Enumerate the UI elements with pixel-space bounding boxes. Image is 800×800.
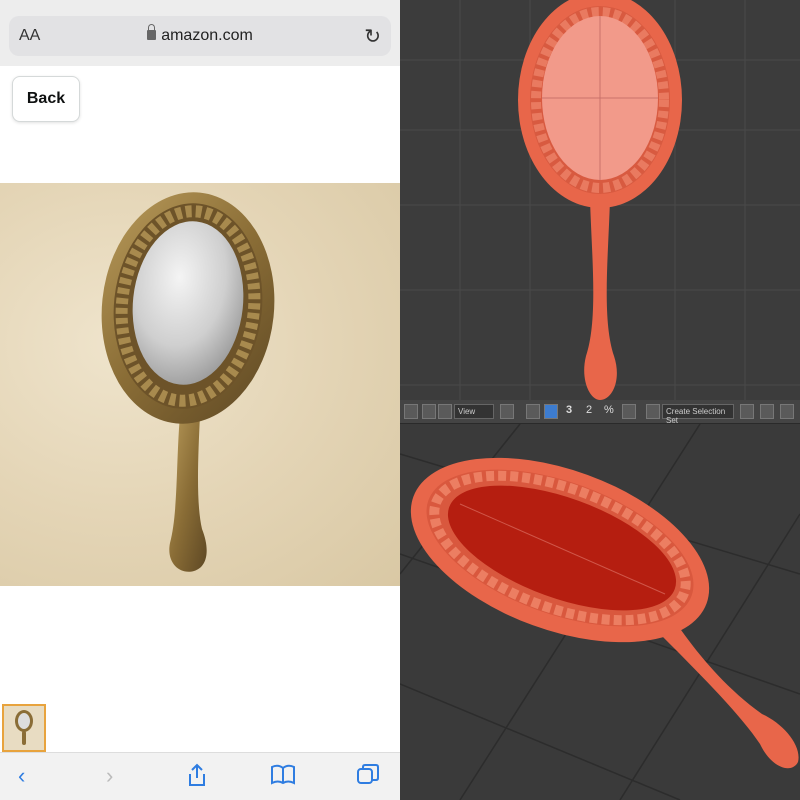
mobile-browser: AA amazon.com ↻ Back ‹ › bbox=[0, 0, 400, 800]
share-icon[interactable] bbox=[186, 763, 208, 793]
modeling-toolbar: View 3 2 % Create Selection Set bbox=[400, 400, 800, 425]
address-bar[interactable]: AA amazon.com ↻ bbox=[9, 16, 391, 56]
layer-manager-icon[interactable] bbox=[780, 404, 794, 419]
chevron-left-icon[interactable]: ‹ bbox=[18, 763, 25, 789]
url-display[interactable]: amazon.com bbox=[9, 24, 391, 45]
lock-icon bbox=[147, 24, 157, 40]
material-icon[interactable] bbox=[438, 404, 452, 419]
model-perspective-view bbox=[400, 423, 800, 800]
perspective-viewport[interactable] bbox=[400, 423, 800, 800]
move-icon[interactable] bbox=[526, 404, 540, 419]
undo-icon[interactable] bbox=[404, 404, 418, 419]
view-dropdown[interactable]: View bbox=[454, 404, 494, 419]
mirror-tool-icon[interactable] bbox=[740, 404, 754, 419]
select-region-icon[interactable] bbox=[422, 404, 436, 419]
viewport-perspective[interactable]: View 3 2 % Create Selection Set bbox=[400, 400, 800, 800]
product-thumbnail[interactable] bbox=[2, 704, 46, 752]
snap-icon[interactable] bbox=[544, 404, 558, 419]
snap-3d-toggle[interactable]: 3 bbox=[566, 404, 572, 419]
tabs-icon[interactable] bbox=[356, 763, 380, 793]
angle-snap-toggle[interactable]: 2 bbox=[586, 404, 592, 419]
product-image[interactable] bbox=[0, 183, 400, 586]
percent-snap-toggle[interactable]: % bbox=[604, 404, 614, 419]
back-button[interactable]: Back bbox=[12, 76, 80, 122]
viewport-front[interactable] bbox=[400, 0, 800, 400]
select-icon[interactable] bbox=[500, 404, 514, 419]
spinner-snap-icon[interactable] bbox=[622, 404, 636, 419]
named-selection-icon[interactable] bbox=[646, 404, 660, 419]
hand-mirror-illustration bbox=[101, 192, 275, 572]
align-tool-icon[interactable] bbox=[760, 404, 774, 419]
url-text: amazon.com bbox=[161, 27, 253, 44]
selection-set-dropdown[interactable]: Create Selection Set bbox=[662, 404, 734, 425]
address-bar-area: AA amazon.com ↻ bbox=[0, 0, 400, 66]
browser-toolbar: ‹ › bbox=[0, 752, 400, 800]
mirror-thumb-icon bbox=[15, 710, 33, 745]
chevron-right-icon[interactable]: › bbox=[106, 763, 113, 789]
model-front-view bbox=[400, 0, 800, 400]
reload-icon[interactable]: ↻ bbox=[364, 24, 381, 49]
book-icon[interactable] bbox=[270, 763, 296, 791]
